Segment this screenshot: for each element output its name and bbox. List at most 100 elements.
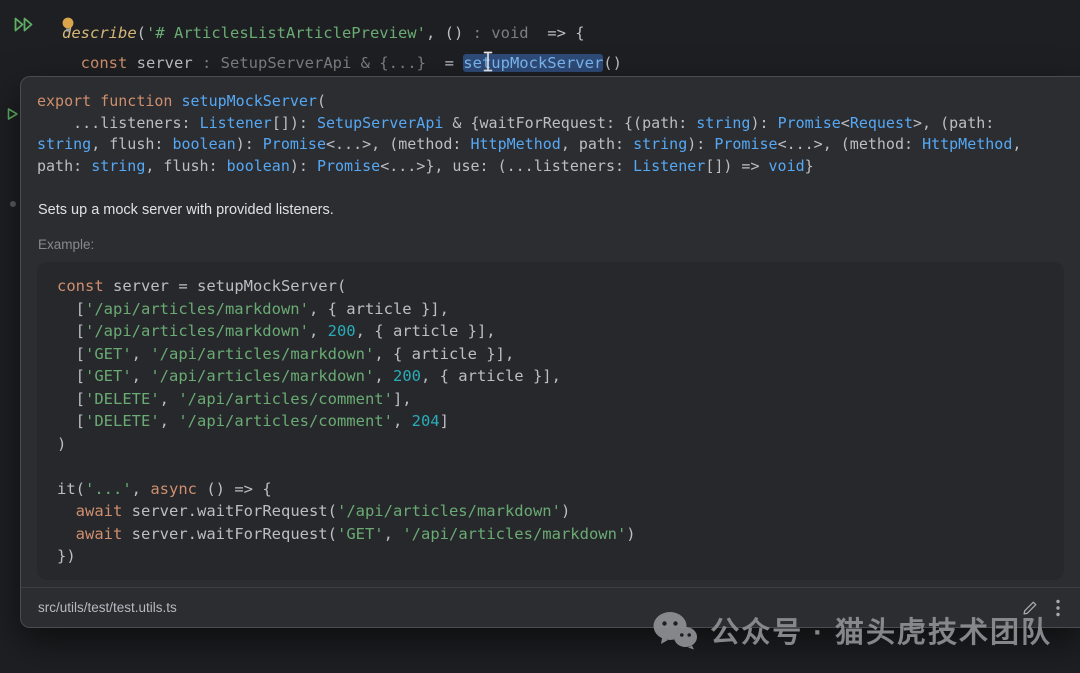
code-token: ) [560,502,571,520]
example-code-block[interactable]: const server = setupMockServer( ['/api/a… [37,262,1064,580]
code-line: ['DELETE', '/api/articles/comment'], [57,388,1064,411]
code-token: , [374,367,393,385]
code-line [57,455,1064,478]
code-line: ['GET', '/api/articles/markdown', 200, {… [57,365,1064,388]
code-token: >, (path: [913,113,995,132]
code-token: string [91,156,146,175]
code-line: ...listeners: Listener[]): SetupServerAp… [37,113,1070,135]
code-token: Promise [714,135,778,153]
code-line: ['/api/articles/markdown', { article }], [57,298,1064,321]
code-token: void [768,156,805,175]
code-token: []) => [705,156,769,175]
code-token: '/api/articles/markdown' [402,524,627,543]
code-token: , path: [560,135,634,153]
code-token: ): [235,135,263,153]
code-token: () => { [197,479,272,498]
code-token: '/api/articles/markdown' [336,502,561,520]
code-token: [ [57,412,85,430]
code-token: <...>, (method: [777,135,923,153]
code-token: [ [57,299,85,318]
code-token: boolean [226,156,290,175]
code-token: 204 [411,412,440,430]
run-test-icon[interactable] [6,107,20,121]
code-token: <...>, (method: [326,135,471,153]
ide-screen: describe('# ArticlesListArticlePreview',… [0,0,1080,673]
code-token: [ [57,389,85,408]
code-token: ], [392,389,412,408]
code-token: server.waitForRequest( [122,524,337,543]
code-line: await server.waitForRequest('GET', '/api… [57,523,1064,546]
code-token: [ [57,367,85,385]
code-token: setupMockServer [181,92,317,110]
watermark-text: 公众号 · 猫头虎技术团队 [710,617,1052,649]
code-token: await [75,502,123,520]
code-token: Request [849,113,914,132]
code-token: []): [271,113,317,132]
documentation-popup[interactable]: export function setupMockServer( ...list… [20,76,1080,628]
code-line: path: string, flush: boolean): Promise<.… [37,156,1070,178]
code-token: ) [626,524,636,543]
description-text: Sets up a mock server with provided list… [38,202,334,218]
more-options-icon[interactable] [1056,599,1060,617]
code-token: , flush: [145,156,227,175]
code-token: SetupServerApi [316,113,444,132]
code-line: ) [57,433,1064,456]
code-token: Promise [262,135,326,153]
editor-code-line-2[interactable]: const server : SetupServerApi & {...} = … [62,53,622,73]
code-token: '/api/articles/markdown' [150,367,375,385]
code-token: ) [57,434,67,453]
code-line: }) [57,545,1064,568]
code-token: () [603,54,622,72]
code-token: ( [316,92,326,110]
code-token: '# ArticlesListArticlePreview' [146,24,426,42]
code-token: } [804,156,814,175]
code-token: it( [57,479,85,498]
example-label: Example: [38,237,95,252]
code-token: '...' [85,479,132,498]
code-token: server = setupMockServer( [103,277,347,295]
file-path-link[interactable]: src/utils/test/test.utils.ts [38,600,177,615]
code-token: Promise [777,113,841,132]
code-token: async [150,479,198,498]
editor-code-line-1[interactable]: describe('# ArticlesListArticlePreview',… [62,23,585,43]
code-token: string [633,135,688,153]
code-token: 'GET' [85,344,132,363]
code-token: : SetupServerApi & {...} [202,54,426,72]
code-token: () [444,24,464,42]
code-token: ): [750,113,778,132]
code-token: export function [37,92,182,110]
code-token: '/api/articles/comment' [178,389,393,408]
code-token: , [131,479,151,498]
code-token: , [159,389,179,408]
code-token: path: [37,156,92,175]
code-token: '/api/articles/markdown' [85,322,309,340]
code-token: , [131,344,151,363]
code-token: server [127,54,202,72]
code-token: 'GET' [336,524,384,543]
code-token: , [131,367,151,385]
code-token: , [1012,135,1022,153]
code-token: await [75,524,123,543]
wechat-icon [652,610,698,650]
code-token: string [37,135,92,153]
code-token: , { article }], [420,367,561,385]
code-token: ): [687,135,715,153]
code-token: , [383,524,403,543]
signature-code: export function setupMockServer( ...list… [37,91,1070,177]
code-token: = [425,54,464,72]
run-all-tests-icon[interactable] [13,16,35,33]
gutter-dot-icon [10,201,16,207]
intention-bulb-icon[interactable] [61,16,75,34]
code-token: & {waitForRequest: {(path: [443,113,697,132]
code-token: ...listeners: [37,113,200,132]
code-token: , [425,24,445,42]
code-token: '/api/articles/markdown' [85,299,309,318]
code-token: ): [289,156,317,175]
code-token: 'DELETE' [85,389,160,408]
code-token: 'GET' [85,367,132,385]
code-token: 200 [327,322,356,340]
code-line: string, flush: boolean): Promise<...>, (… [37,134,1070,156]
